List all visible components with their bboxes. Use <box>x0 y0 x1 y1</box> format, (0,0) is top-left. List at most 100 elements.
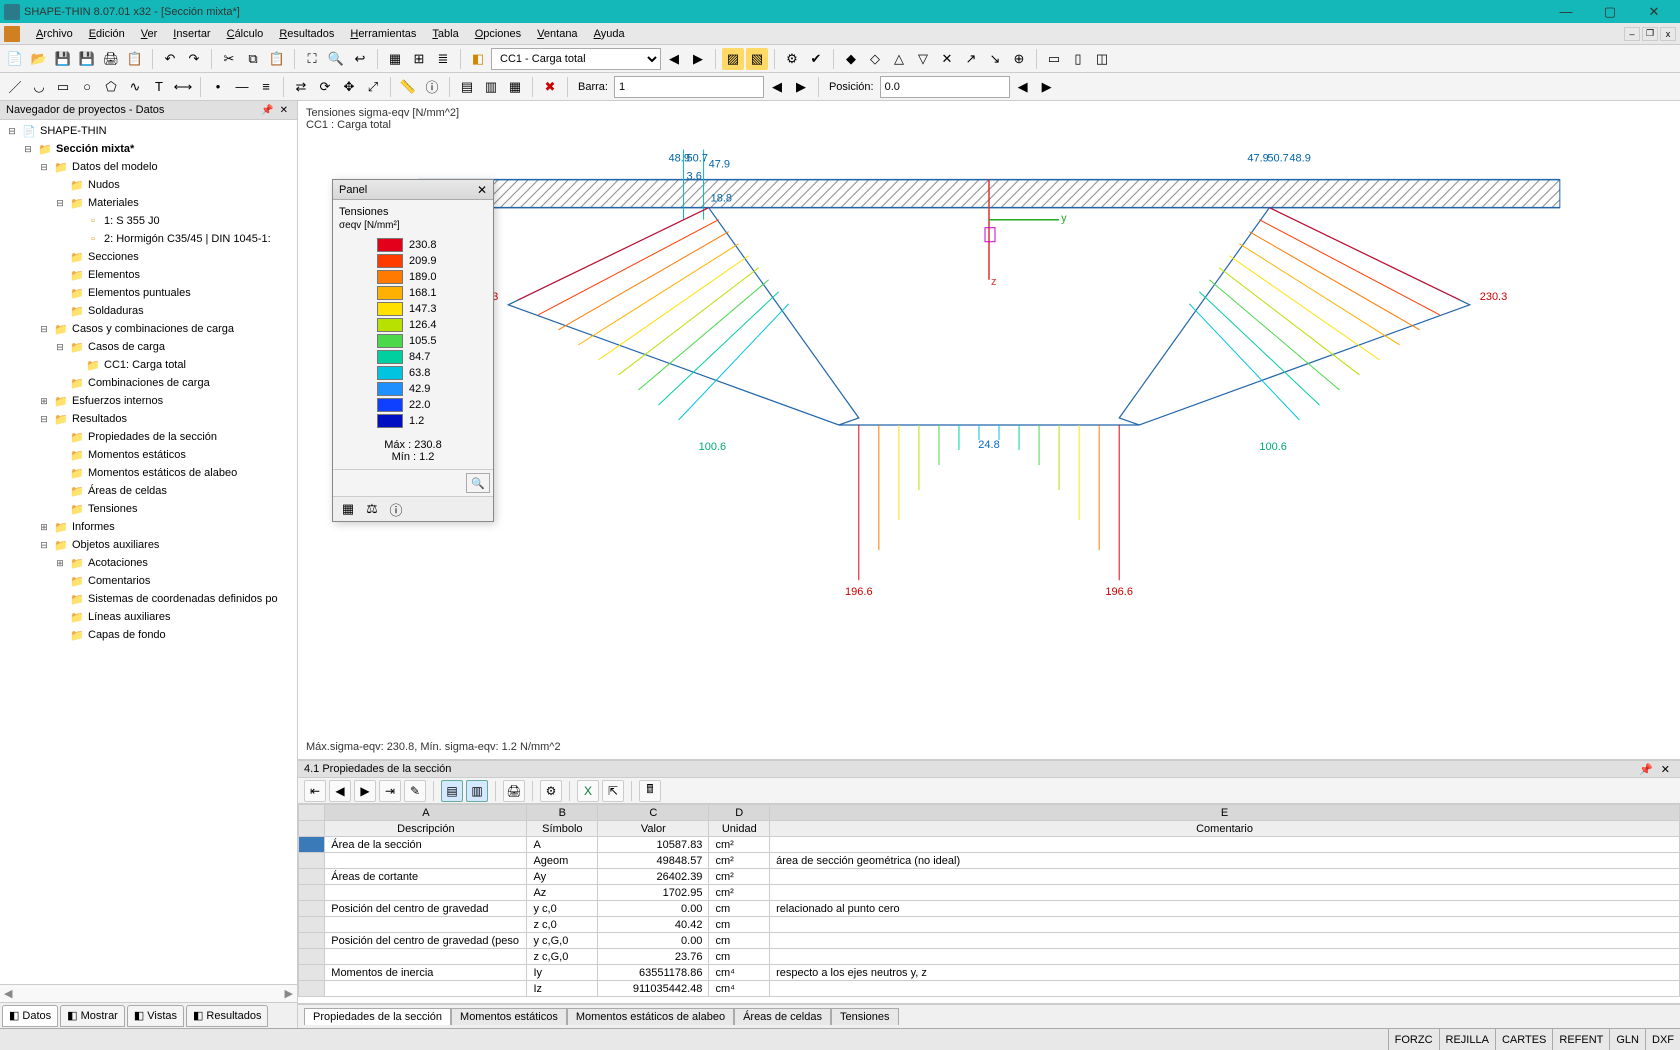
delete-selection-icon[interactable]: ✖ <box>539 76 561 98</box>
tree-item[interactable]: 📁Soldaduras <box>0 302 297 320</box>
tree-item[interactable]: 📁Propiedades de la sección <box>0 428 297 446</box>
tool-a-icon[interactable]: ◆ <box>840 48 862 70</box>
prev-case-icon[interactable]: ◀ <box>663 48 685 70</box>
table-nav-prev-icon[interactable]: ◀ <box>329 780 351 802</box>
posicion-input[interactable] <box>880 76 1010 98</box>
dim-icon[interactable]: ⟷ <box>172 76 194 98</box>
table-row[interactable]: Posición del centro de gravedady c,00.00… <box>299 901 1680 917</box>
tree-item[interactable]: 📁Elementos puntuales <box>0 284 297 302</box>
table-nav-next-icon[interactable]: ▶ <box>354 780 376 802</box>
table-edit-icon[interactable]: ✎ <box>404 780 426 802</box>
column-header[interactable]: Comentario <box>770 821 1680 837</box>
tree-item[interactable]: ⊟📁Datos del modelo <box>0 158 297 176</box>
tool-b-icon[interactable]: ◇ <box>864 48 886 70</box>
table-row[interactable]: Área de la secciónA10587.83cm² <box>299 837 1680 853</box>
panel-close-icon[interactable]: ✕ <box>477 183 487 197</box>
status-cell-gln[interactable]: GLN <box>1609 1029 1645 1050</box>
tool-e-icon[interactable]: ✕ <box>936 48 958 70</box>
panel-titlebar[interactable]: Panel ✕ <box>333 180 493 200</box>
mirror-icon[interactable]: ⇄ <box>290 76 312 98</box>
grid-icon[interactable]: ▦ <box>384 48 406 70</box>
column-letter[interactable]: C <box>598 805 709 821</box>
results-filter-icon[interactable]: ▧ <box>746 48 768 70</box>
mdi-restore-button[interactable]: ❐ <box>1642 27 1658 41</box>
close-button[interactable]: ✕ <box>1632 0 1676 23</box>
barra-input[interactable] <box>614 76 764 98</box>
row-selector[interactable] <box>299 933 325 949</box>
thickness-icon[interactable]: ≡ <box>255 76 277 98</box>
menu-ayuda[interactable]: Ayuda <box>586 26 633 42</box>
row-selector[interactable] <box>299 949 325 965</box>
tree-item[interactable]: ▫2: Hormigón C35/45 | DIN 1045-1: <box>0 230 297 248</box>
tree-toggle-icon[interactable]: ⊟ <box>38 162 50 173</box>
nav-tab-vistas[interactable]: ◧Vistas <box>127 1005 184 1027</box>
row-selector[interactable] <box>299 869 325 885</box>
minimize-button[interactable]: — <box>1544 0 1588 23</box>
check-icon[interactable]: ✔ <box>805 48 827 70</box>
barra-prev-icon[interactable]: ◀ <box>766 76 788 98</box>
results-table-wrap[interactable]: ABCDE DescripciónSímboloValorUnidadComen… <box>298 804 1680 1004</box>
tree-toggle-icon[interactable]: ⊟ <box>54 198 66 209</box>
snap-icon[interactable]: ⊞ <box>408 48 430 70</box>
report-icon[interactable]: 📋 <box>124 48 146 70</box>
tree-item[interactable]: ⊟📁Sección mixta* <box>0 140 297 158</box>
status-cell-dxf[interactable]: DXF <box>1645 1029 1680 1050</box>
tree-item[interactable]: 📁Combinaciones de carga <box>0 374 297 392</box>
panel-tab-scale-icon[interactable]: ⚖ <box>363 500 381 518</box>
tree-item[interactable]: 📁Tensiones <box>0 500 297 518</box>
status-cell-rejilla[interactable]: REJILLA <box>1439 1029 1495 1050</box>
loadcase-icon[interactable]: ◧ <box>467 48 489 70</box>
row-selector[interactable] <box>299 837 325 853</box>
new-icon[interactable]: 📄 <box>4 48 26 70</box>
filter1-icon[interactable]: ▤ <box>456 76 478 98</box>
column-header[interactable]: Símbolo <box>527 821 598 837</box>
tree-item[interactable]: ⊟📁Casos y combinaciones de carga <box>0 320 297 338</box>
filter2-icon[interactable]: ▥ <box>480 76 502 98</box>
table-filter-a-icon[interactable]: ▤ <box>441 780 463 802</box>
circle-icon[interactable]: ○ <box>76 76 98 98</box>
status-cell-refent[interactable]: REFENT <box>1552 1029 1609 1050</box>
result-tab[interactable]: Tensiones <box>831 1008 899 1025</box>
table-filter-b-icon[interactable]: ▥ <box>466 780 488 802</box>
table-export-icon[interactable]: ⇱ <box>602 780 624 802</box>
results-pin-icon[interactable]: 📌 <box>1635 763 1657 776</box>
text-icon[interactable]: T <box>148 76 170 98</box>
zoom-prev-icon[interactable]: ↩ <box>349 48 371 70</box>
loadcase-select[interactable]: CC1 - Carga total <box>491 48 661 70</box>
table-row[interactable]: Momentos de inerciaIy63551178.86cm⁴respe… <box>299 965 1680 981</box>
tree-item[interactable]: ⊞📁Esfuerzos internos <box>0 392 297 410</box>
tool-f-icon[interactable]: ↗ <box>960 48 982 70</box>
status-cell-cartes[interactable]: CARTES <box>1495 1029 1552 1050</box>
results-toggle-icon[interactable]: ▨ <box>722 48 744 70</box>
table-row[interactable]: Áreas de cortanteAy26402.39cm² <box>299 869 1680 885</box>
menu-opciones[interactable]: Opciones <box>467 26 529 42</box>
menu-edición[interactable]: Edición <box>81 26 133 42</box>
navigator-pin-icon[interactable]: 📌 <box>258 105 276 116</box>
column-header[interactable]: Unidad <box>709 821 770 837</box>
menu-ventana[interactable]: Ventana <box>529 26 585 42</box>
navigator-hscroll[interactable]: ◀▶ <box>0 984 297 1002</box>
table-row[interactable]: z c,G,023.76cm <box>299 949 1680 965</box>
element-icon[interactable]: — <box>231 76 253 98</box>
poly-icon[interactable]: ⬠ <box>100 76 122 98</box>
tree-item[interactable]: ⊟📁Materiales <box>0 194 297 212</box>
menu-insertar[interactable]: Insertar <box>165 26 218 42</box>
row-selector[interactable] <box>299 917 325 933</box>
tree-item[interactable]: 📁Sistemas de coordenadas definidos po <box>0 590 297 608</box>
project-tree[interactable]: ⊟📄SHAPE-THIN⊟📁Sección mixta*⊟📁Datos del … <box>0 120 297 984</box>
tree-toggle-icon[interactable]: ⊟ <box>38 414 50 425</box>
tree-item[interactable]: 📁Momentos estáticos de alabeo <box>0 464 297 482</box>
table-row[interactable]: Iz911035442.48cm⁴ <box>299 981 1680 997</box>
nav-tab-datos[interactable]: ◧Datos <box>2 1005 58 1027</box>
filter3-icon[interactable]: ▦ <box>504 76 526 98</box>
panel-tab-info-icon[interactable]: ⓘ <box>387 500 405 518</box>
result-tab[interactable]: Propiedades de la sección <box>304 1008 451 1025</box>
row-selector[interactable] <box>299 965 325 981</box>
scale-icon[interactable]: ⤢ <box>362 76 384 98</box>
save-icon[interactable]: 💾 <box>52 48 74 70</box>
table-calc-icon[interactable]: 🖩 <box>639 780 661 802</box>
panel-tab-colors-icon[interactable]: ▦ <box>339 500 357 518</box>
copy-icon[interactable]: ⧉ <box>242 48 264 70</box>
save-as-icon[interactable]: 💾 <box>76 48 98 70</box>
view-1-icon[interactable]: ▭ <box>1043 48 1065 70</box>
